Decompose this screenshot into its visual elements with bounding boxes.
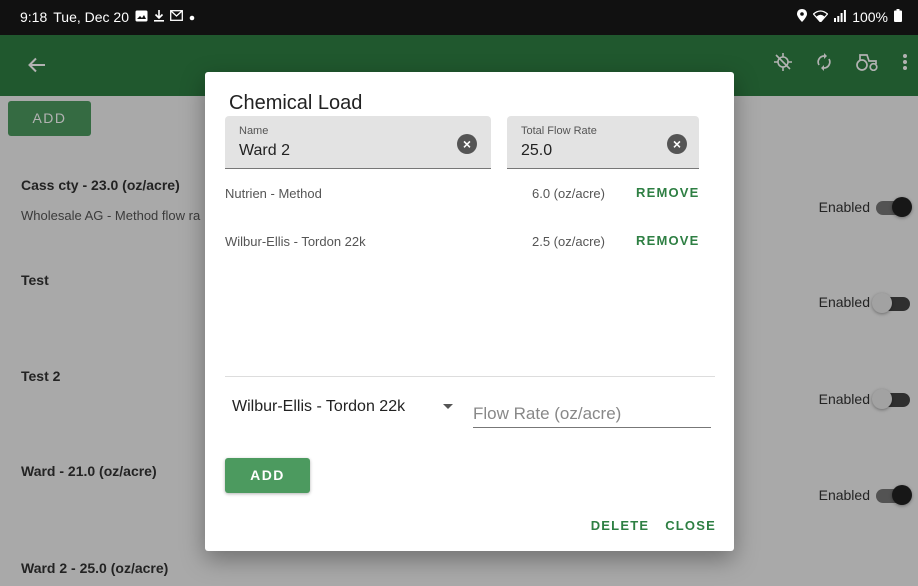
chemical-load-dialog: Chemical Load Name Ward 2 × Total Flow R…: [205, 72, 734, 551]
battery-icon: [894, 9, 902, 25]
name-field[interactable]: Name Ward 2 ×: [225, 116, 491, 169]
total-flow-rate-field[interactable]: Total Flow Rate 25.0 ×: [507, 116, 699, 169]
remove-button[interactable]: REMOVE: [636, 233, 700, 248]
wifi-icon: [812, 9, 829, 25]
chemical-select[interactable]: Wilbur-Ellis - Tordon 22k: [232, 398, 462, 422]
battery-percent: 100%: [852, 9, 888, 25]
add-chemical-button[interactable]: ADD: [225, 458, 310, 493]
status-bar-right: 100%: [797, 9, 902, 25]
dot-icon: [189, 10, 195, 24]
caret-down-icon: [443, 404, 453, 409]
clear-icon[interactable]: ×: [667, 134, 687, 154]
image-icon: [135, 10, 148, 25]
name-field-label: Name: [239, 125, 269, 137]
close-button[interactable]: CLOSE: [665, 518, 716, 533]
chemical-rate: 2.5 (oz/acre): [532, 234, 605, 249]
total-flow-rate-label: Total Flow Rate: [521, 125, 597, 137]
name-field-value[interactable]: Ward 2: [239, 142, 290, 160]
status-bar: 9:18 Tue, Dec 20 100%: [0, 0, 918, 35]
total-flow-rate-value[interactable]: 25.0: [521, 142, 552, 160]
clear-icon[interactable]: ×: [457, 134, 477, 154]
location-icon: [797, 9, 808, 25]
mail-icon: [170, 10, 183, 24]
chemical-name: Nutrien - Method: [225, 186, 322, 201]
divider: [225, 376, 715, 377]
status-bar-left: 9:18 Tue, Dec 20: [20, 9, 195, 25]
status-date: Tue, Dec 20: [53, 9, 129, 25]
delete-button[interactable]: DELETE: [591, 518, 649, 533]
chemical-name: Wilbur-Ellis - Tordon 22k: [225, 234, 366, 249]
chemical-rate: 6.0 (oz/acre): [532, 186, 605, 201]
dialog-actions: DELETE CLOSE: [591, 518, 716, 533]
chemical-select-value: Wilbur-Ellis - Tordon 22k: [232, 398, 406, 415]
download-icon: [154, 9, 164, 25]
remove-button[interactable]: REMOVE: [636, 185, 700, 200]
flow-rate-input[interactable]: Flow Rate (oz/acre): [473, 400, 711, 428]
status-time: 9:18: [20, 9, 48, 25]
signal-icon: [834, 9, 847, 25]
dialog-title: Chemical Load: [229, 92, 363, 114]
